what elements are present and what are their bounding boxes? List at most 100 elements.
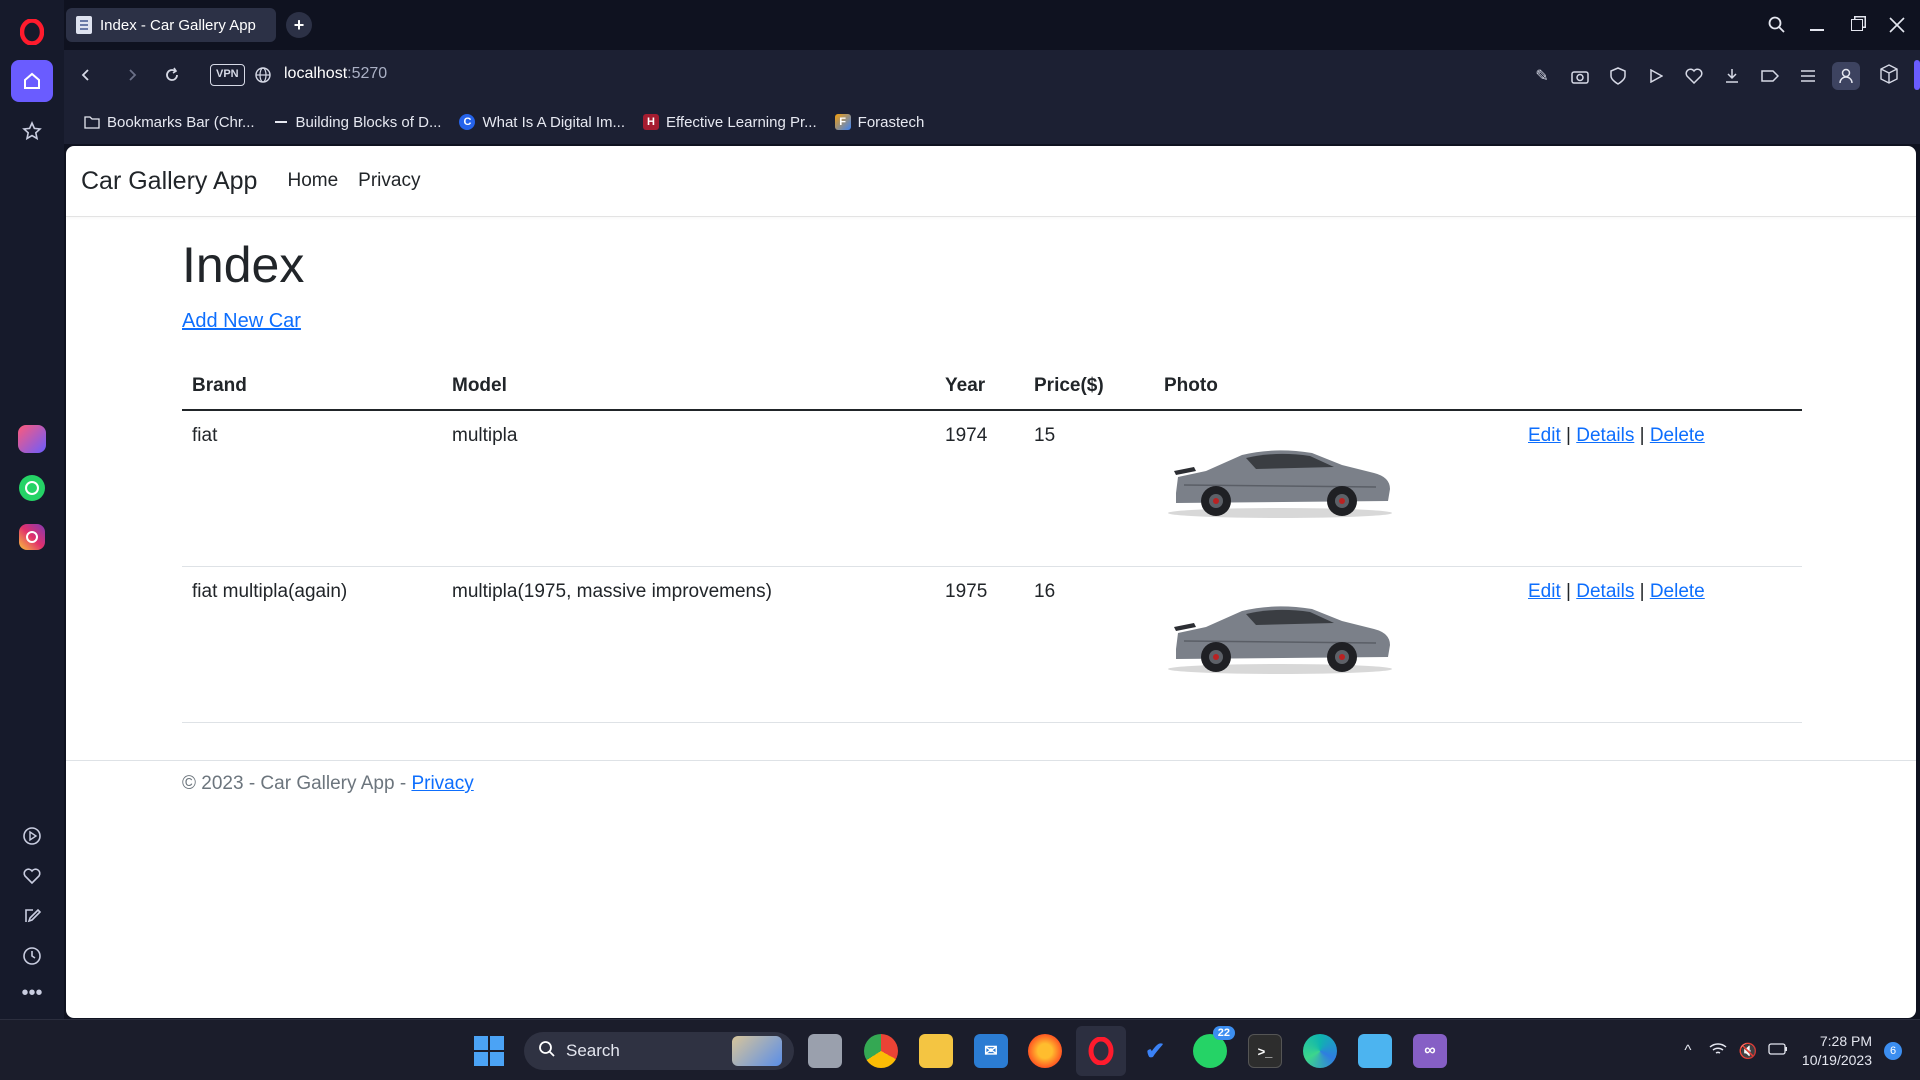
camera-icon[interactable] bbox=[1566, 62, 1594, 90]
firefox-icon[interactable] bbox=[1028, 1034, 1062, 1068]
taskbar-search[interactable]: Search bbox=[524, 1032, 794, 1070]
restore-icon[interactable] bbox=[1842, 10, 1872, 40]
instagram-icon[interactable] bbox=[11, 516, 53, 558]
site-brand[interactable]: Car Gallery App bbox=[81, 167, 257, 196]
tab-snap-icon[interactable] bbox=[1756, 62, 1784, 90]
download-icon[interactable] bbox=[1718, 62, 1746, 90]
edit-note-icon[interactable] bbox=[11, 895, 53, 937]
details-link[interactable]: Details bbox=[1576, 581, 1634, 602]
battery-icon[interactable] bbox=[1766, 1042, 1790, 1059]
minimize-icon[interactable] bbox=[1802, 10, 1832, 40]
clock[interactable]: 7:28 PM 10/19/2023 bbox=[1802, 1032, 1872, 1070]
reload-icon[interactable] bbox=[157, 60, 187, 90]
share-edit-icon[interactable]: ✎ bbox=[1528, 62, 1556, 90]
opera-logo-icon[interactable] bbox=[14, 14, 50, 50]
extensions-cube-icon[interactable] bbox=[1880, 64, 1898, 89]
todo-check-icon[interactable]: ✔ bbox=[1138, 1034, 1172, 1068]
whatsapp-icon[interactable] bbox=[11, 467, 53, 509]
star-icon[interactable] bbox=[11, 110, 53, 152]
url-port: :5270 bbox=[347, 65, 388, 82]
aria-app-icon[interactable] bbox=[11, 418, 53, 460]
clock-time: 7:28 PM bbox=[1819, 1032, 1872, 1049]
delete-link[interactable]: Delete bbox=[1650, 425, 1705, 446]
terminal-icon[interactable]: >_ bbox=[1248, 1034, 1282, 1068]
vpn-badge[interactable]: VPN bbox=[210, 64, 245, 86]
play-icon[interactable] bbox=[1642, 62, 1670, 90]
nav-home[interactable]: Home bbox=[287, 170, 338, 192]
footer-text: © 2023 - Car Gallery App - Privacy bbox=[182, 773, 474, 794]
tab-strip: Index - Car Gallery App + bbox=[64, 0, 1920, 50]
cars-table: Brand Model Year Price($) Photo fiat mul… bbox=[182, 364, 1802, 723]
table-row: fiat multipla(again) multipla(1975, mass… bbox=[182, 566, 1802, 723]
page-title: Index bbox=[182, 237, 305, 293]
opera-icon[interactable] bbox=[1084, 1034, 1118, 1068]
page-viewport: Car Gallery App Home Privacy Index Add N… bbox=[66, 146, 1916, 1018]
url-field[interactable]: localhost:5270 bbox=[284, 65, 387, 83]
notepad-icon[interactable] bbox=[1358, 1034, 1392, 1068]
cell-actions: Edit | Details | Delete bbox=[1518, 566, 1802, 723]
edge-icon[interactable] bbox=[1303, 1034, 1337, 1068]
forward-icon[interactable] bbox=[117, 60, 147, 90]
clock-date: 10/19/2023 bbox=[1801, 1051, 1872, 1068]
column-header-photo: Photo bbox=[1154, 364, 1518, 411]
whatsapp-taskbar-icon[interactable]: 22 bbox=[1193, 1026, 1235, 1068]
bookmark-item[interactable]: C What Is A Digital Im... bbox=[459, 114, 625, 131]
easy-setup-icon[interactable] bbox=[1794, 62, 1822, 90]
chevron-up-icon[interactable]: ^ bbox=[1676, 1042, 1700, 1059]
notification-badge[interactable]: 6 bbox=[1884, 1041, 1902, 1060]
heart-outline-icon[interactable] bbox=[1680, 62, 1708, 90]
table-header-row: Brand Model Year Price($) Photo bbox=[182, 364, 1802, 411]
footer-privacy-link[interactable]: Privacy bbox=[411, 773, 473, 794]
column-header-year: Year bbox=[935, 364, 1024, 411]
wifi-icon[interactable] bbox=[1706, 1042, 1730, 1060]
c-logo-icon: C bbox=[459, 114, 476, 130]
cell-brand: fiat bbox=[182, 410, 442, 567]
address-bar: VPN localhost:5270 ✎ bbox=[64, 50, 1920, 100]
home-icon[interactable] bbox=[11, 60, 53, 102]
details-link[interactable]: Details bbox=[1576, 425, 1634, 446]
url-host: localhost bbox=[284, 65, 348, 82]
dash-icon bbox=[273, 114, 289, 130]
bookmark-item[interactable]: Bookmarks Bar (Chr... bbox=[84, 114, 255, 131]
more-icon[interactable]: ••• bbox=[11, 972, 53, 1014]
new-tab-button[interactable]: + bbox=[286, 12, 312, 38]
search-icon bbox=[538, 1040, 556, 1063]
player-icon[interactable] bbox=[11, 815, 53, 857]
tab-active[interactable]: Index - Car Gallery App bbox=[66, 8, 276, 42]
delete-link[interactable]: Delete bbox=[1650, 581, 1705, 602]
search-highlight-icon bbox=[732, 1036, 782, 1066]
windows-start-icon[interactable] bbox=[474, 1036, 504, 1066]
search-tabs-icon[interactable] bbox=[1762, 10, 1792, 40]
toolbar: ✎ bbox=[1528, 62, 1860, 90]
profile-icon[interactable] bbox=[1832, 62, 1860, 90]
bookmark-item[interactable]: F Forastech bbox=[834, 114, 924, 131]
column-header-brand: Brand bbox=[182, 364, 442, 411]
cell-model: multipla(1975, massive improvemens) bbox=[442, 566, 935, 723]
back-icon[interactable] bbox=[71, 60, 101, 90]
cell-year: 1975 bbox=[935, 566, 1024, 723]
forastech-logo-icon: F bbox=[834, 114, 851, 130]
mail-icon[interactable]: ✉ bbox=[974, 1034, 1008, 1068]
file-explorer-icon[interactable] bbox=[919, 1034, 953, 1068]
bookmark-item[interactable]: H Effective Learning Pr... bbox=[643, 114, 817, 131]
add-new-car-link[interactable]: Add New Car bbox=[182, 310, 301, 333]
history-icon[interactable] bbox=[11, 935, 53, 977]
close-window-icon[interactable] bbox=[1882, 10, 1912, 40]
site-navbar: Car Gallery App Home Privacy bbox=[66, 146, 1916, 217]
cell-price: 15 bbox=[1024, 410, 1154, 567]
speaker-muted-icon[interactable]: 🔇 bbox=[1736, 1042, 1760, 1060]
cell-photo bbox=[1154, 566, 1518, 723]
bookmark-item[interactable]: Building Blocks of D... bbox=[273, 114, 441, 131]
nav-privacy[interactable]: Privacy bbox=[358, 170, 420, 192]
chrome-icon[interactable] bbox=[864, 1034, 898, 1068]
system-tray: ^ 🔇 7:28 PM 10/19/2023 6 bbox=[1670, 1020, 1920, 1080]
task-view-icon[interactable] bbox=[808, 1034, 842, 1068]
heart-icon[interactable] bbox=[11, 855, 53, 897]
visual-studio-icon[interactable]: ∞ bbox=[1413, 1034, 1447, 1068]
shield-icon[interactable] bbox=[1604, 62, 1632, 90]
globe-icon bbox=[254, 66, 272, 89]
edit-link[interactable]: Edit bbox=[1528, 425, 1561, 446]
edit-link[interactable]: Edit bbox=[1528, 581, 1561, 602]
car-photo bbox=[1168, 450, 1392, 518]
whatsapp-badge: 22 bbox=[1212, 1026, 1235, 1040]
